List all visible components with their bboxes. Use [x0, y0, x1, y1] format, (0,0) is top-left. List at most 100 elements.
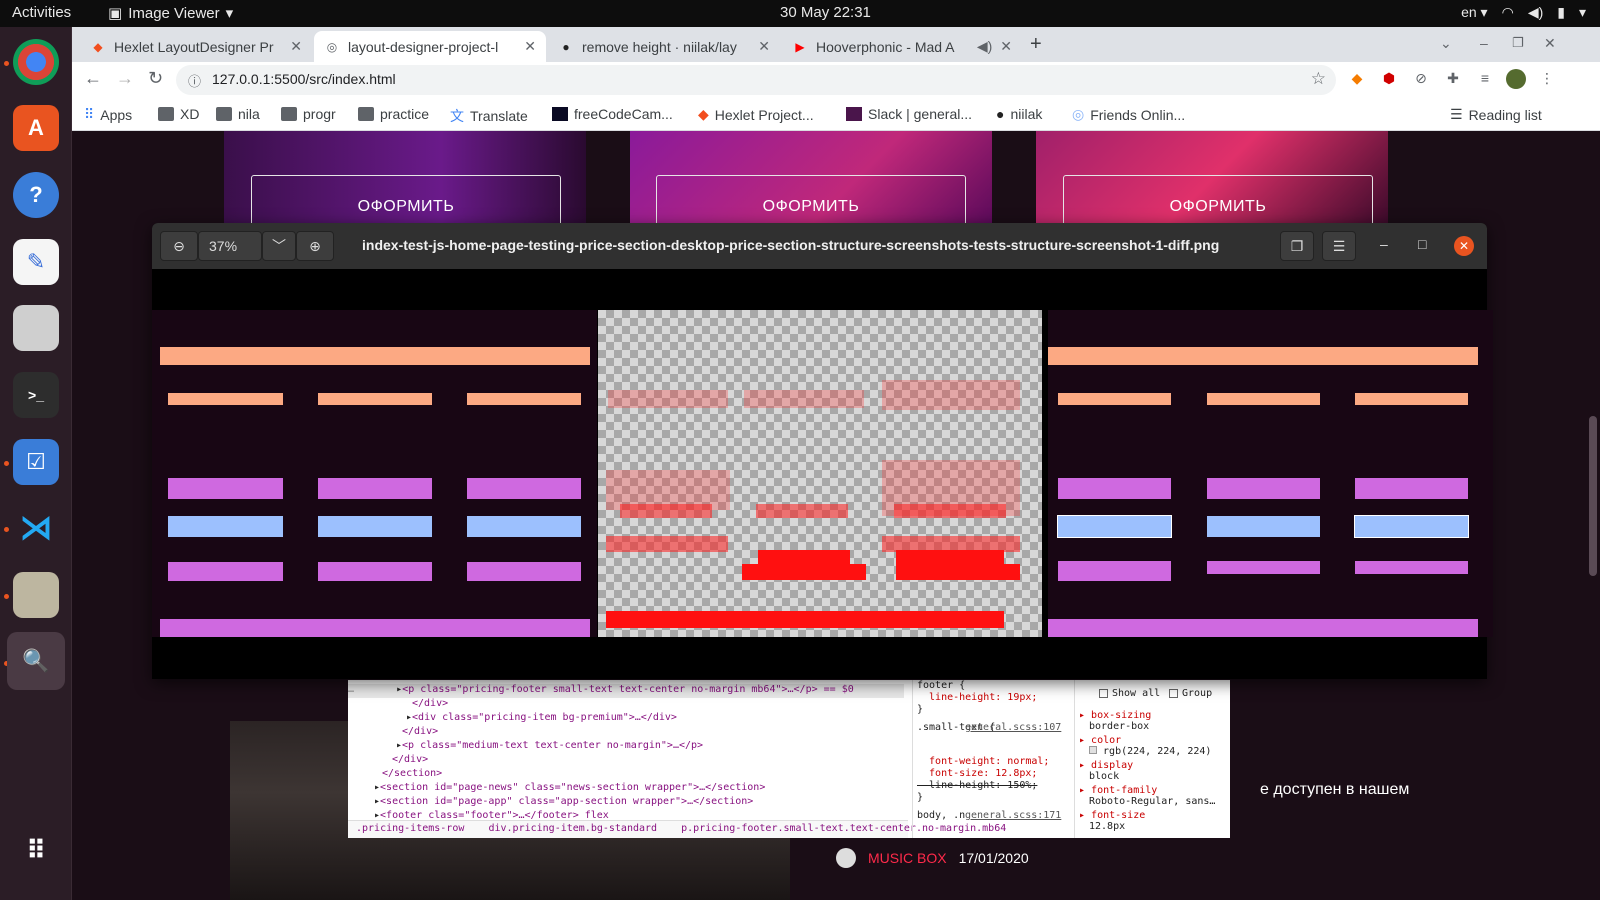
close-icon[interactable]: ✕ [1000, 38, 1012, 55]
archive-manager-icon[interactable] [13, 572, 59, 618]
dom-node[interactable]: ▸<div class="pricing-item bg-premium">…<… [406, 712, 677, 726]
system-tray[interactable]: en ▾ ◠ ◀) ▮ ▾ [1461, 4, 1586, 21]
close-icon[interactable]: ✕ [524, 38, 536, 55]
close-icon[interactable]: ✕ [290, 38, 302, 55]
scrollbar-thumb[interactable] [1589, 416, 1597, 576]
zoom-dropdown-button[interactable]: ﹀ [262, 231, 296, 261]
back-button[interactable]: ← [84, 68, 102, 89]
computed-prop-name[interactable]: ▸ box-sizing [1079, 710, 1151, 721]
clock[interactable]: 30 May 22:31 [780, 4, 871, 21]
audio-playing-icon[interactable]: ◀) [977, 38, 992, 55]
music-box-name[interactable]: MUSIC BOX [868, 850, 947, 866]
price-block [1058, 478, 1171, 499]
bookmark-star-icon[interactable]: ☆ [1311, 69, 1326, 89]
bookmark-progr[interactable]: progr [281, 106, 336, 122]
bookmark-nila[interactable]: nila [216, 106, 260, 122]
window-minimize-icon[interactable]: – [1480, 35, 1488, 51]
dom-node[interactable]: ▸<section id="page-news" class="news-sec… [374, 782, 765, 796]
bookmark-practice[interactable]: practice [358, 106, 429, 122]
app-menu[interactable]: ▣ Image Viewer ▾ [108, 4, 233, 23]
reload-button[interactable]: ↻ [148, 68, 163, 89]
text-editor-icon[interactable]: ✎ [13, 239, 59, 285]
reading-list-button[interactable]: ☰ Reading list [1450, 106, 1542, 123]
zoom-in-button[interactable]: ⊕ [296, 231, 334, 261]
new-tab-button[interactable]: + [1030, 33, 1042, 56]
page-scrollbar[interactable] [1586, 131, 1600, 900]
window-close-icon[interactable]: ✕ [1544, 35, 1556, 52]
media-control-icon[interactable]: ≡ [1476, 70, 1494, 88]
zoom-out-button[interactable]: ⊖ [160, 231, 198, 261]
style-declaration[interactable]: font-size: 12.8px; [917, 768, 1037, 779]
computed-prop-name[interactable]: ▸ font-size [1079, 810, 1145, 821]
computed-prop-name[interactable]: ▸ display [1079, 760, 1133, 771]
color-swatch[interactable] [1089, 746, 1097, 754]
forward-button[interactable]: → [116, 68, 134, 89]
image-canvas[interactable] [152, 269, 1493, 679]
tab-hexlet-figma[interactable]: ◆ Hexlet LayoutDesigner Pr ✕ [80, 31, 312, 62]
terminal-icon[interactable]: >_ [13, 372, 59, 418]
style-source-link[interactable]: general.scss:171 [965, 810, 1062, 821]
bookmark-niilak[interactable]: ● niilak [996, 106, 1042, 122]
title-block [160, 347, 590, 365]
bookmark-hexlet-project[interactable]: ◆ Hexlet Project... [698, 106, 814, 123]
gallery-button[interactable]: ❐ [1280, 231, 1314, 261]
block-icon[interactable]: ⊘ [1412, 70, 1430, 88]
computed-prop-name[interactable]: ▸ font-family [1079, 785, 1157, 796]
language-indicator[interactable]: en ▾ [1461, 4, 1488, 21]
style-declaration-overridden[interactable]: line-height: 150%; [917, 780, 1037, 791]
bookmark-friends-online[interactable]: ◎ Friends Onlin... [1072, 106, 1185, 123]
files-icon[interactable] [13, 305, 59, 351]
tab-github[interactable]: ● remove height · niilak/lay ✕ [548, 31, 780, 62]
window-minimize-icon[interactable]: – [1380, 236, 1388, 252]
dom-node[interactable]: ▸<p class="medium-text text-center no-ma… [396, 740, 703, 754]
extensions-puzzle-icon[interactable]: ✚ [1444, 70, 1462, 88]
tasks-icon[interactable]: ☑ [13, 439, 59, 485]
tab-layout-designer[interactable]: ◎ layout-designer-project-l ✕ [314, 31, 546, 62]
checkbox-box[interactable] [1169, 689, 1178, 698]
style-source-link[interactable]: general.scss:107 [965, 722, 1061, 733]
chrome-icon[interactable] [13, 39, 59, 85]
footer-text-block [168, 562, 283, 581]
dom-node[interactable]: ▸<section id="page-app" class="app-secti… [374, 796, 753, 810]
help-icon[interactable]: ? [13, 172, 59, 218]
dom-node[interactable]: </div> [412, 698, 448, 712]
checkbox-box[interactable] [1099, 689, 1108, 698]
image-viewer-dock-icon[interactable]: 🔍 [7, 632, 65, 690]
profile-avatar[interactable] [1506, 69, 1526, 89]
zoom-level-field[interactable]: 37% [198, 231, 262, 261]
vscode-icon[interactable]: ⋊ [13, 505, 59, 551]
bookmark-slack[interactable]: Slack | general... [846, 106, 972, 122]
bookmark-translate[interactable]: 文 Translate [450, 106, 528, 126]
software-center-icon[interactable]: A [13, 105, 59, 151]
window-close-button[interactable]: ✕ [1454, 236, 1474, 256]
bookmark-freecodecamp[interactable]: freeCodeCam... [552, 106, 673, 122]
breadcrumb-item[interactable]: div.pricing-item.bg-standard [488, 823, 657, 834]
style-declaration[interactable]: font-weight: normal; [917, 756, 1049, 767]
site-info-icon[interactable]: ⓘ [188, 71, 201, 90]
group-checkbox[interactable]: Group [1169, 688, 1212, 699]
show-all-checkbox[interactable]: Show all [1099, 688, 1160, 699]
close-icon[interactable]: ✕ [758, 38, 770, 55]
dom-node[interactable]: ▸<footer class="footer">…</footer> flex [374, 810, 609, 820]
show-applications-icon[interactable]: ⠿ [13, 827, 59, 873]
more-menu-icon[interactable]: ⋮ [1538, 70, 1556, 88]
extension-icon[interactable]: ◆ [1348, 70, 1366, 88]
adblock-icon[interactable]: ⬢ [1380, 70, 1398, 88]
tab-youtube[interactable]: ▶ Hooverphonic - Mad A ◀) ✕ [782, 31, 1022, 62]
tab-search-icon[interactable]: ⌄ [1440, 35, 1452, 52]
window-maximize-icon[interactable]: □ [1418, 236, 1426, 252]
dom-node-selected[interactable]: … ▸<p class="pricing-footer small-text t… [348, 684, 904, 698]
dom-node[interactable]: </section> [382, 768, 442, 782]
dom-node[interactable]: </div> [392, 754, 428, 768]
activities-button[interactable]: Activities [12, 4, 71, 21]
diff-mark [606, 611, 1004, 628]
breadcrumb-item[interactable]: .pricing-items-row [356, 823, 464, 834]
computed-prop-name[interactable]: ▸ color [1079, 735, 1121, 746]
dom-node[interactable]: </div> [402, 726, 438, 740]
style-declaration[interactable]: line-height: 19px; [917, 692, 1037, 703]
bookmark-xd[interactable]: XD [158, 106, 199, 122]
bookmark-apps[interactable]: ⠿ Apps [84, 106, 132, 123]
window-restore-icon[interactable]: ❐ [1512, 35, 1524, 51]
address-bar[interactable]: ⓘ 127.0.0.1:5500/src/index.html ☆ [176, 65, 1336, 95]
hamburger-menu-button[interactable]: ☰ [1322, 231, 1356, 261]
